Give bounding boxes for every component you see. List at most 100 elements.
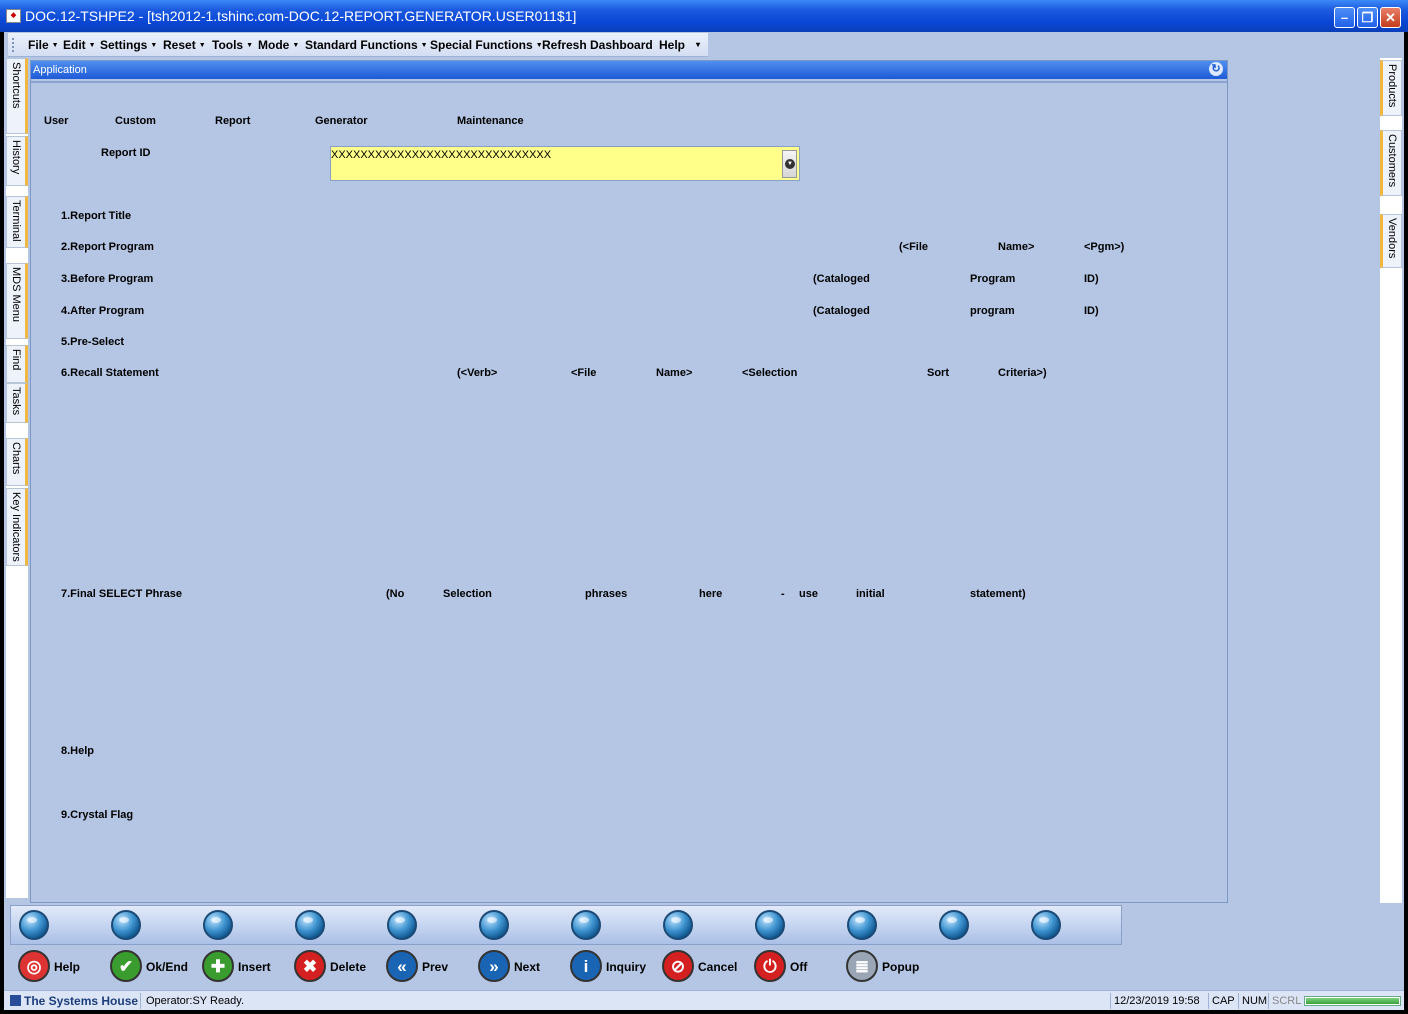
left-tab[interactable]: Shortcuts xyxy=(6,58,28,134)
right-tab[interactable]: Vendors xyxy=(1380,214,1402,268)
field-label-before-program: 3.Before Program xyxy=(61,273,154,285)
left-tab-label: MDS Menu xyxy=(10,267,22,323)
restore-button[interactable]: ❐ xyxy=(1357,7,1378,28)
left-tab-label: History xyxy=(10,140,22,175)
left-tab-label: Shortcuts xyxy=(10,62,22,109)
menu-item[interactable]: File ▼ xyxy=(28,38,59,52)
function-key-globe-icon[interactable] xyxy=(663,910,693,940)
info-icon: i xyxy=(570,950,602,982)
field-hint: <Pgm>) xyxy=(1084,241,1125,253)
power-icon: ⏻ xyxy=(754,950,786,982)
field-hint: Name> xyxy=(998,241,1035,253)
function-key-globe-icon[interactable] xyxy=(847,910,877,940)
field-hint: (No xyxy=(386,588,405,600)
function-key-globe-icon[interactable] xyxy=(19,910,49,940)
menu-item-label: Tools xyxy=(212,38,244,52)
application-panel: Application ↻ xyxy=(30,60,1228,903)
menu-item[interactable]: Help xyxy=(659,38,685,52)
action-label: Insert xyxy=(238,960,271,974)
menu-item[interactable]: Reset ▼ xyxy=(163,38,206,52)
report-id-field[interactable]: XXXXXXXXXXXXXXXXXXXXXXXXXXXXXX ▼ xyxy=(330,146,800,181)
database-add-icon: ≣ xyxy=(846,950,878,982)
menu-item[interactable]: Mode ▼ xyxy=(258,38,299,52)
action-bar: ◎ Help ✔ Ok/End ✚ Insert ✖ Delete « Prev » Next i Inq… xyxy=(10,946,1122,988)
field-label-report-title: 1.Report Title xyxy=(61,210,132,222)
right-tab[interactable]: Products xyxy=(1380,60,1402,116)
field-label-report-program: 2.Report Program xyxy=(61,241,154,253)
field-label-help: 8.Help xyxy=(61,745,95,757)
field-hint: Selection xyxy=(443,588,492,600)
field-hint: Sort xyxy=(927,367,949,379)
screen-title-word: Maintenance xyxy=(457,115,524,127)
menu-item[interactable]: Tools ▼ xyxy=(212,38,253,52)
menu-item[interactable]: Settings ▼ xyxy=(100,38,157,52)
left-tab[interactable]: Tasks xyxy=(6,383,28,423)
function-key-globe-icon[interactable] xyxy=(939,910,969,940)
close-button[interactable]: ✕ xyxy=(1380,7,1401,28)
right-tab[interactable]: Customers xyxy=(1380,130,1402,196)
report-id-dropdown-button[interactable]: ▼ xyxy=(782,150,797,178)
function-key-globe-icon[interactable] xyxy=(755,910,785,940)
status-progress-bar xyxy=(1304,996,1401,1006)
function-key-globe-icon[interactable] xyxy=(295,910,325,940)
menu-item[interactable]: Special Functions ▼ xyxy=(430,38,543,52)
right-tab-strip: Products Customers Vendors xyxy=(1380,58,1402,903)
checkmark-icon: ✔ xyxy=(110,950,142,982)
function-key-bar xyxy=(10,905,1122,945)
no-entry-icon: ⊘ xyxy=(662,950,694,982)
function-key-globe-icon[interactable] xyxy=(111,910,141,940)
status-progress-fill xyxy=(1306,998,1399,1004)
menu-overflow-icon[interactable]: ▾ xyxy=(696,40,700,49)
report-id-label: Report ID xyxy=(101,147,151,159)
status-brand: The Systems House xyxy=(10,994,138,1008)
field-hint: (<File xyxy=(899,241,929,253)
action-label: Inquiry xyxy=(606,960,647,974)
menu-bar: File ▼ Edit ▼ Settings ▼ Reset ▼ Tools ▼ Mode ▼ Stan… xyxy=(8,33,708,57)
left-tab[interactable]: Charts xyxy=(6,438,28,486)
x-icon: ✖ xyxy=(294,950,326,982)
brand-name: The Systems House xyxy=(24,994,139,1008)
app-icon[interactable]: ◆ xyxy=(6,9,21,23)
left-tab[interactable]: Key Indicators xyxy=(6,488,28,566)
dropdown-caret-icon: ▼ xyxy=(150,42,158,50)
field-label-crystal-flag: 9.Crystal Flag xyxy=(61,809,134,821)
status-divider xyxy=(1268,993,1269,1009)
status-message: Operator:SY Ready. xyxy=(146,995,245,1007)
right-tab-label: Products xyxy=(1386,64,1398,108)
toolbar-grip[interactable] xyxy=(12,38,15,52)
function-key-globe-icon[interactable] xyxy=(1031,910,1061,940)
field-hint: Criteria>) xyxy=(998,367,1047,379)
field-hint: ID) xyxy=(1084,305,1099,317)
left-tab[interactable]: Find xyxy=(6,345,28,383)
action-label: Popup xyxy=(882,960,920,974)
report-id-value[interactable]: XXXXXXXXXXXXXXXXXXXXXXXXXXXXXX xyxy=(331,149,551,161)
action-label: Next xyxy=(514,960,541,974)
field-hint: statement) xyxy=(970,588,1026,600)
application-header-label: Application xyxy=(33,64,87,76)
left-tab[interactable]: MDS Menu xyxy=(6,263,28,339)
minimize-button[interactable]: – xyxy=(1334,7,1355,28)
floppy-disk-icon xyxy=(10,995,21,1006)
left-tab[interactable]: History xyxy=(6,136,28,186)
function-key-globe-icon[interactable] xyxy=(571,910,601,940)
left-tab[interactable]: Terminal xyxy=(6,196,28,248)
right-tab-label: Customers xyxy=(1386,134,1398,188)
dropdown-caret-icon: ▼ xyxy=(420,42,428,50)
function-key-globe-icon[interactable] xyxy=(387,910,417,940)
field-hint: here xyxy=(699,588,723,600)
refresh-icon[interactable]: ↻ xyxy=(1209,62,1223,76)
action-label: Ok/End xyxy=(146,960,189,974)
function-key-globe-icon[interactable] xyxy=(203,910,233,940)
status-divider xyxy=(1110,993,1111,1009)
menu-item[interactable]: Refresh Dashboard xyxy=(542,38,653,52)
menu-item-label: Standard Functions xyxy=(305,38,418,52)
right-tab-label: Vendors xyxy=(1386,218,1398,259)
action-label: Cancel xyxy=(698,960,738,974)
menu-item[interactable]: Edit ▼ xyxy=(63,38,96,52)
window-title: DOC.12-TSHPE2 - [tsh2012-1.tshinc.com-DO… xyxy=(25,8,577,24)
screen-title-word: Report xyxy=(215,115,251,127)
status-divider xyxy=(140,993,141,1009)
function-key-globe-icon[interactable] xyxy=(479,910,509,940)
application-body xyxy=(31,81,1227,902)
menu-item[interactable]: Standard Functions ▼ xyxy=(305,38,428,52)
